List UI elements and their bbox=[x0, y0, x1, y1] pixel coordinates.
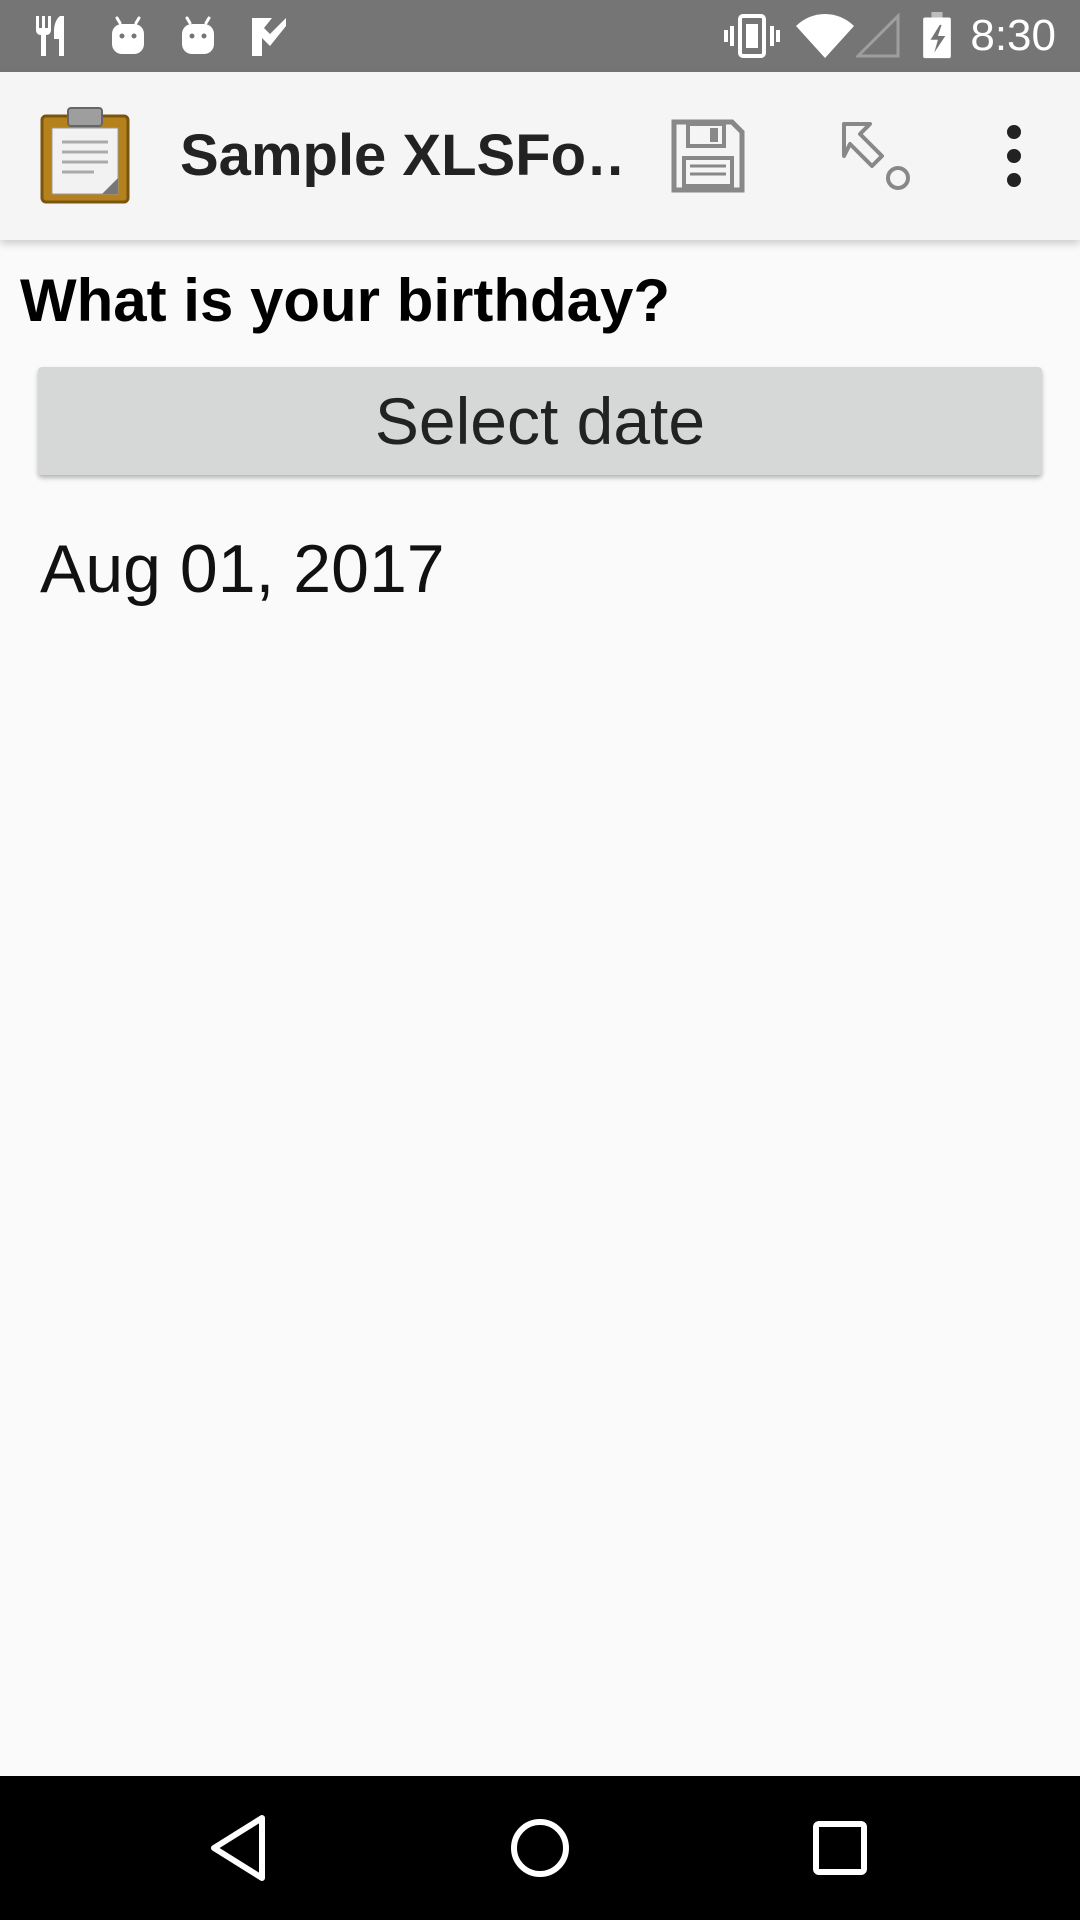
check-icon bbox=[252, 18, 286, 56]
android-icon bbox=[112, 16, 144, 54]
status-bar: 8:30 bbox=[0, 0, 1080, 72]
wifi-icon bbox=[796, 14, 854, 58]
app-bar: Sample XLSFo… bbox=[0, 72, 1080, 240]
question-label: What is your birthday? bbox=[20, 267, 671, 334]
recents-icon[interactable] bbox=[800, 1808, 880, 1888]
restaurant-icon bbox=[36, 16, 64, 56]
vibrate-icon bbox=[724, 14, 780, 58]
home-icon[interactable] bbox=[500, 1808, 580, 1888]
cell-signal-icon bbox=[856, 12, 900, 58]
form-content: What is your birthday? Select date Aug 0… bbox=[0, 240, 1080, 1776]
go-to-icon[interactable] bbox=[838, 116, 918, 196]
battery-charging-icon bbox=[923, 12, 951, 59]
status-time: 8:30 bbox=[970, 11, 1056, 60]
back-icon[interactable] bbox=[200, 1808, 280, 1888]
app-title: Sample XLSFo… bbox=[180, 123, 620, 188]
select-date-button[interactable]: Select date bbox=[38, 367, 1042, 475]
save-icon[interactable] bbox=[668, 116, 748, 196]
navigation-bar bbox=[0, 1776, 1080, 1920]
android-icon bbox=[182, 16, 214, 54]
date-answer-value: Aug 01, 2017 bbox=[40, 531, 445, 607]
clipboard-icon bbox=[40, 107, 130, 204]
more-options-icon[interactable] bbox=[974, 116, 1054, 196]
